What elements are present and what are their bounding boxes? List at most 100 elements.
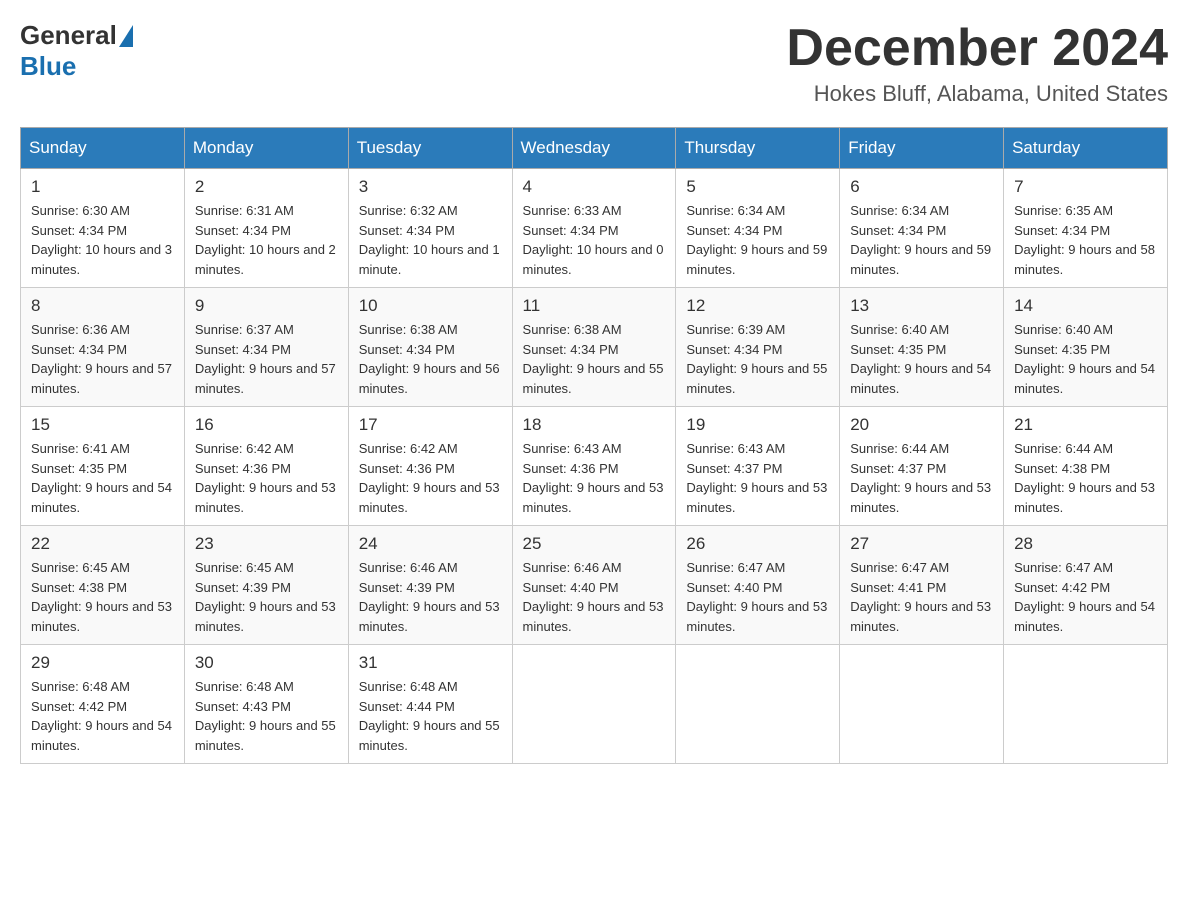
calendar-cell: 12 Sunrise: 6:39 AM Sunset: 4:34 PM Dayl… (676, 288, 840, 407)
day-number: 11 (523, 296, 666, 316)
calendar-cell: 3 Sunrise: 6:32 AM Sunset: 4:34 PM Dayli… (348, 169, 512, 288)
calendar-cell (512, 645, 676, 764)
day-info: Sunrise: 6:43 AM Sunset: 4:37 PM Dayligh… (686, 439, 829, 517)
day-info: Sunrise: 6:42 AM Sunset: 4:36 PM Dayligh… (359, 439, 502, 517)
calendar-cell: 4 Sunrise: 6:33 AM Sunset: 4:34 PM Dayli… (512, 169, 676, 288)
day-number: 20 (850, 415, 993, 435)
day-info: Sunrise: 6:47 AM Sunset: 4:42 PM Dayligh… (1014, 558, 1157, 636)
day-info: Sunrise: 6:47 AM Sunset: 4:41 PM Dayligh… (850, 558, 993, 636)
calendar-header-row: SundayMondayTuesdayWednesdayThursdayFrid… (21, 128, 1168, 169)
day-info: Sunrise: 6:44 AM Sunset: 4:38 PM Dayligh… (1014, 439, 1157, 517)
calendar-cell: 21 Sunrise: 6:44 AM Sunset: 4:38 PM Dayl… (1004, 407, 1168, 526)
calendar-cell: 11 Sunrise: 6:38 AM Sunset: 4:34 PM Dayl… (512, 288, 676, 407)
calendar-header-wednesday: Wednesday (512, 128, 676, 169)
calendar-header-monday: Monday (184, 128, 348, 169)
calendar-week-row: 1 Sunrise: 6:30 AM Sunset: 4:34 PM Dayli… (21, 169, 1168, 288)
calendar-week-row: 15 Sunrise: 6:41 AM Sunset: 4:35 PM Dayl… (21, 407, 1168, 526)
calendar-cell: 29 Sunrise: 6:48 AM Sunset: 4:42 PM Dayl… (21, 645, 185, 764)
calendar-cell: 31 Sunrise: 6:48 AM Sunset: 4:44 PM Dayl… (348, 645, 512, 764)
day-number: 17 (359, 415, 502, 435)
day-info: Sunrise: 6:34 AM Sunset: 4:34 PM Dayligh… (686, 201, 829, 279)
day-number: 22 (31, 534, 174, 554)
day-info: Sunrise: 6:43 AM Sunset: 4:36 PM Dayligh… (523, 439, 666, 517)
month-title: December 2024 (786, 20, 1168, 77)
calendar-cell: 16 Sunrise: 6:42 AM Sunset: 4:36 PM Dayl… (184, 407, 348, 526)
day-number: 1 (31, 177, 174, 197)
day-info: Sunrise: 6:48 AM Sunset: 4:44 PM Dayligh… (359, 677, 502, 755)
day-info: Sunrise: 6:35 AM Sunset: 4:34 PM Dayligh… (1014, 201, 1157, 279)
calendar-cell (840, 645, 1004, 764)
day-info: Sunrise: 6:47 AM Sunset: 4:40 PM Dayligh… (686, 558, 829, 636)
page-header: General Blue December 2024 Hokes Bluff, … (20, 20, 1168, 107)
day-number: 6 (850, 177, 993, 197)
calendar-cell: 10 Sunrise: 6:38 AM Sunset: 4:34 PM Dayl… (348, 288, 512, 407)
calendar-cell: 20 Sunrise: 6:44 AM Sunset: 4:37 PM Dayl… (840, 407, 1004, 526)
day-number: 12 (686, 296, 829, 316)
day-info: Sunrise: 6:48 AM Sunset: 4:43 PM Dayligh… (195, 677, 338, 755)
day-number: 25 (523, 534, 666, 554)
day-info: Sunrise: 6:40 AM Sunset: 4:35 PM Dayligh… (1014, 320, 1157, 398)
calendar-cell (676, 645, 840, 764)
day-info: Sunrise: 6:48 AM Sunset: 4:42 PM Dayligh… (31, 677, 174, 755)
logo: General Blue (20, 20, 135, 82)
calendar-cell: 6 Sunrise: 6:34 AM Sunset: 4:34 PM Dayli… (840, 169, 1004, 288)
day-number: 3 (359, 177, 502, 197)
day-number: 7 (1014, 177, 1157, 197)
day-number: 9 (195, 296, 338, 316)
day-number: 10 (359, 296, 502, 316)
calendar-cell: 2 Sunrise: 6:31 AM Sunset: 4:34 PM Dayli… (184, 169, 348, 288)
day-info: Sunrise: 6:32 AM Sunset: 4:34 PM Dayligh… (359, 201, 502, 279)
calendar-cell: 5 Sunrise: 6:34 AM Sunset: 4:34 PM Dayli… (676, 169, 840, 288)
calendar-cell: 25 Sunrise: 6:46 AM Sunset: 4:40 PM Dayl… (512, 526, 676, 645)
day-number: 30 (195, 653, 338, 673)
day-number: 16 (195, 415, 338, 435)
calendar-cell: 15 Sunrise: 6:41 AM Sunset: 4:35 PM Dayl… (21, 407, 185, 526)
day-info: Sunrise: 6:45 AM Sunset: 4:39 PM Dayligh… (195, 558, 338, 636)
calendar-cell: 30 Sunrise: 6:48 AM Sunset: 4:43 PM Dayl… (184, 645, 348, 764)
day-info: Sunrise: 6:39 AM Sunset: 4:34 PM Dayligh… (686, 320, 829, 398)
day-number: 19 (686, 415, 829, 435)
calendar-cell (1004, 645, 1168, 764)
calendar-cell: 7 Sunrise: 6:35 AM Sunset: 4:34 PM Dayli… (1004, 169, 1168, 288)
day-number: 15 (31, 415, 174, 435)
day-number: 31 (359, 653, 502, 673)
calendar-cell: 13 Sunrise: 6:40 AM Sunset: 4:35 PM Dayl… (840, 288, 1004, 407)
calendar-table: SundayMondayTuesdayWednesdayThursdayFrid… (20, 127, 1168, 764)
day-info: Sunrise: 6:44 AM Sunset: 4:37 PM Dayligh… (850, 439, 993, 517)
calendar-cell: 22 Sunrise: 6:45 AM Sunset: 4:38 PM Dayl… (21, 526, 185, 645)
day-info: Sunrise: 6:45 AM Sunset: 4:38 PM Dayligh… (31, 558, 174, 636)
calendar-week-row: 8 Sunrise: 6:36 AM Sunset: 4:34 PM Dayli… (21, 288, 1168, 407)
day-info: Sunrise: 6:38 AM Sunset: 4:34 PM Dayligh… (359, 320, 502, 398)
day-info: Sunrise: 6:33 AM Sunset: 4:34 PM Dayligh… (523, 201, 666, 279)
day-number: 8 (31, 296, 174, 316)
day-number: 2 (195, 177, 338, 197)
logo-triangle-icon (119, 25, 133, 47)
day-info: Sunrise: 6:46 AM Sunset: 4:39 PM Dayligh… (359, 558, 502, 636)
calendar-cell: 8 Sunrise: 6:36 AM Sunset: 4:34 PM Dayli… (21, 288, 185, 407)
day-info: Sunrise: 6:46 AM Sunset: 4:40 PM Dayligh… (523, 558, 666, 636)
calendar-header-sunday: Sunday (21, 128, 185, 169)
calendar-cell: 28 Sunrise: 6:47 AM Sunset: 4:42 PM Dayl… (1004, 526, 1168, 645)
day-number: 23 (195, 534, 338, 554)
day-info: Sunrise: 6:40 AM Sunset: 4:35 PM Dayligh… (850, 320, 993, 398)
day-info: Sunrise: 6:31 AM Sunset: 4:34 PM Dayligh… (195, 201, 338, 279)
calendar-cell: 19 Sunrise: 6:43 AM Sunset: 4:37 PM Dayl… (676, 407, 840, 526)
calendar-week-row: 29 Sunrise: 6:48 AM Sunset: 4:42 PM Dayl… (21, 645, 1168, 764)
calendar-cell: 26 Sunrise: 6:47 AM Sunset: 4:40 PM Dayl… (676, 526, 840, 645)
day-info: Sunrise: 6:41 AM Sunset: 4:35 PM Dayligh… (31, 439, 174, 517)
day-info: Sunrise: 6:30 AM Sunset: 4:34 PM Dayligh… (31, 201, 174, 279)
day-number: 24 (359, 534, 502, 554)
day-info: Sunrise: 6:36 AM Sunset: 4:34 PM Dayligh… (31, 320, 174, 398)
calendar-header-tuesday: Tuesday (348, 128, 512, 169)
calendar-header-thursday: Thursday (676, 128, 840, 169)
calendar-cell: 23 Sunrise: 6:45 AM Sunset: 4:39 PM Dayl… (184, 526, 348, 645)
day-number: 21 (1014, 415, 1157, 435)
calendar-header-friday: Friday (840, 128, 1004, 169)
day-info: Sunrise: 6:42 AM Sunset: 4:36 PM Dayligh… (195, 439, 338, 517)
day-number: 18 (523, 415, 666, 435)
day-number: 4 (523, 177, 666, 197)
day-info: Sunrise: 6:38 AM Sunset: 4:34 PM Dayligh… (523, 320, 666, 398)
calendar-header-saturday: Saturday (1004, 128, 1168, 169)
day-number: 13 (850, 296, 993, 316)
calendar-cell: 27 Sunrise: 6:47 AM Sunset: 4:41 PM Dayl… (840, 526, 1004, 645)
